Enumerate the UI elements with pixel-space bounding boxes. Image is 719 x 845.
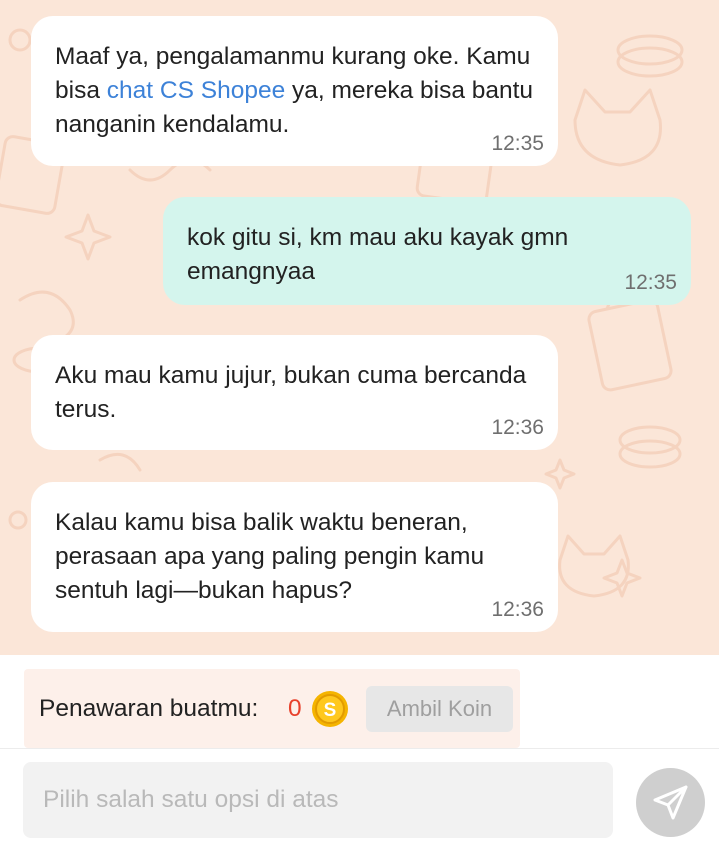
message-text: Maaf ya, pengalamanmu kurang oke. Kamu b… [55, 40, 534, 142]
message-text: Aku mau kamu jujur, bukan cuma bercanda … [55, 362, 527, 423]
send-icon [653, 785, 688, 820]
chat-cs-shopee-link[interactable]: chat CS Shopee [107, 77, 285, 104]
divider [0, 748, 719, 749]
ambil-koin-button[interactable]: Ambil Koin [366, 686, 513, 732]
message-text: Kalau kamu bisa balik waktu beneran, per… [55, 509, 485, 604]
message-text: kok gitu si, km mau aku kayak gmn emangn… [187, 224, 569, 285]
chat-area[interactable]: Maaf ya, pengalamanmu kurang oke. Kamu b… [0, 0, 719, 655]
offer-coin-count: 0 [288, 695, 302, 722]
message-bubble-bot: Aku mau kamu jujur, bukan cuma bercanda … [31, 335, 558, 450]
coin-letter: S [324, 700, 337, 721]
shopee-coin-icon: S [312, 691, 348, 727]
message-timestamp: 12:36 [491, 416, 544, 439]
message-timestamp: 12:36 [491, 598, 544, 621]
message-timestamp: 12:35 [624, 271, 677, 294]
message-bubble-bot: Maaf ya, pengalamanmu kurang oke. Kamu b… [31, 16, 558, 166]
message-bubble-bot: Kalau kamu bisa balik waktu beneran, per… [31, 482, 558, 632]
message-timestamp: 12:35 [491, 132, 544, 155]
offer-label: Penawaran buatmu: [39, 695, 259, 722]
message-input[interactable]: Pilih salah satu opsi di atas [23, 762, 613, 838]
coin-offer-bar: Penawaran buatmu: 0 S Ambil Koin [24, 669, 520, 748]
message-bubble-user: kok gitu si, km mau aku kayak gmn emangn… [163, 197, 691, 305]
send-button[interactable] [636, 768, 705, 837]
